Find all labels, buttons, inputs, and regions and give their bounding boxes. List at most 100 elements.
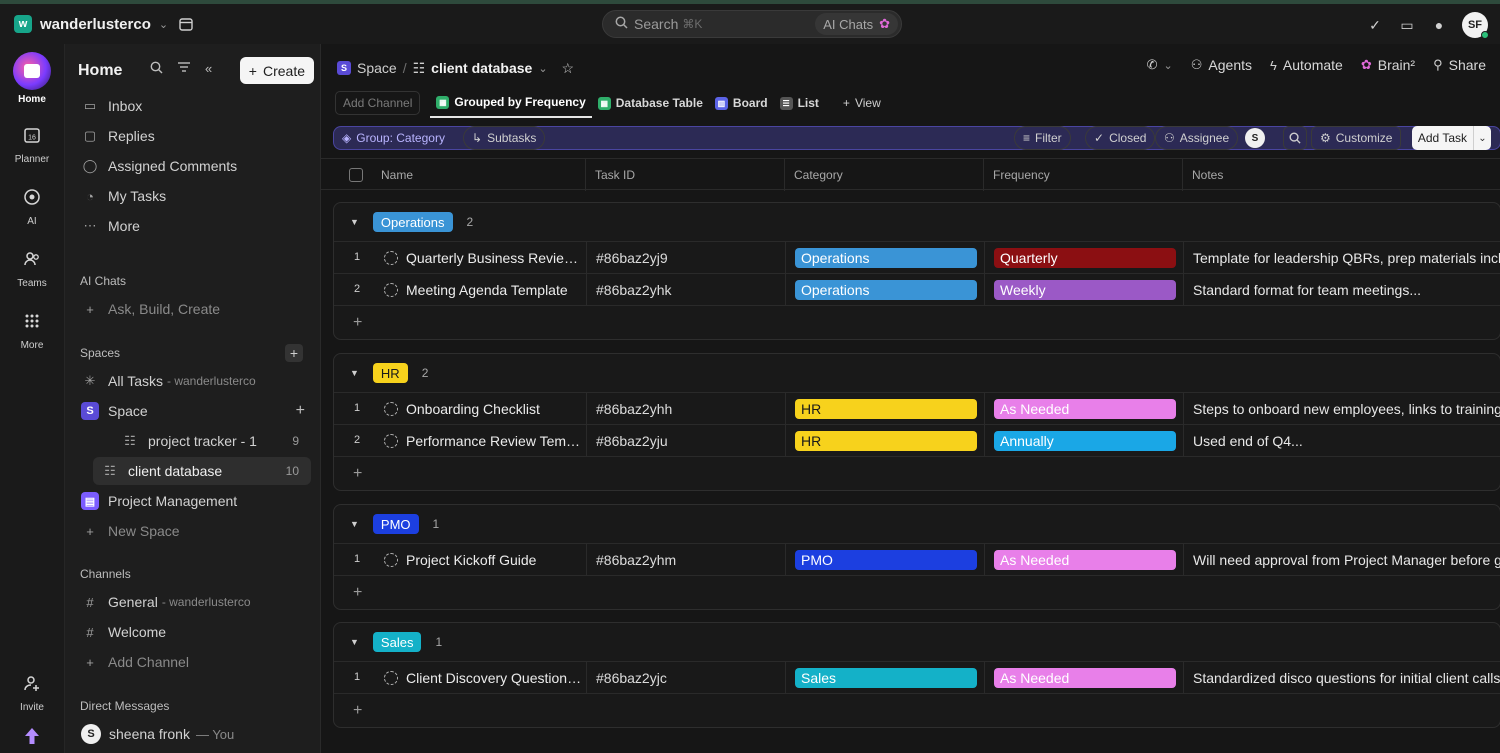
add-space-button[interactable]: + (285, 344, 303, 362)
caret-down-icon[interactable]: ▼ (350, 217, 359, 227)
status-circle-icon[interactable] (384, 283, 398, 297)
task-id-cell[interactable]: #86baz2yhh (586, 393, 785, 424)
chevron-down-icon[interactable]: ⌄ (538, 62, 547, 75)
calendar-icon[interactable] (176, 14, 196, 34)
subtasks-button[interactable]: ↳ Subtasks (463, 126, 546, 150)
sidebar-item-client-database[interactable]: ☷ client database 10 (93, 457, 311, 485)
category-cell[interactable]: Operations (785, 274, 984, 305)
frequency-cell[interactable]: Weekly (984, 274, 1183, 305)
category-cell[interactable]: HR (785, 393, 984, 424)
status-circle-icon[interactable] (384, 402, 398, 416)
table-row[interactable]: 2 Meeting Agenda Template #86baz2yhk Operat… (334, 273, 1500, 305)
closed-button[interactable]: ✓ Closed (1085, 126, 1156, 150)
frequency-cell[interactable]: As Needed (984, 393, 1183, 424)
notes-cell[interactable]: Used end of Q4... (1183, 425, 1500, 456)
assignee-avatar[interactable]: S (1245, 128, 1265, 148)
sidebar-item-new-space[interactable]: + New Space (73, 517, 311, 545)
add-to-space-icon[interactable]: + (296, 402, 305, 420)
frequency-cell[interactable]: As Needed (984, 544, 1183, 575)
notes-cell[interactable]: Template for leadership QBRs, prep mater… (1183, 242, 1500, 273)
tab-database-table[interactable]: ▦ Database Table (592, 88, 709, 118)
frequency-cell[interactable]: Annually (984, 425, 1183, 456)
rail-planner[interactable]: 16 Planner (0, 120, 64, 165)
sidebar-item-project-tracker[interactable]: ☷ project tracker - 1 9 (93, 427, 311, 455)
search-icon[interactable] (150, 61, 163, 77)
rail-more[interactable]: More (0, 306, 64, 351)
sidebar-item-assigned-comments[interactable]: ◯ Assigned Comments (73, 152, 311, 180)
table-row[interactable]: 1 Quarterly Business Review Template #86ba… (334, 241, 1500, 273)
sidebar-item-welcome[interactable]: # Welcome (73, 618, 311, 646)
task-id-cell[interactable]: #86baz2yhk (586, 274, 785, 305)
ai-chats-button[interactable]: AI Chats ✿ (815, 13, 898, 35)
status-circle-icon[interactable] (384, 671, 398, 685)
chevron-down-icon[interactable]: ⌄ (1473, 126, 1491, 150)
call-button[interactable]: ✆ ⌄ (1147, 57, 1173, 73)
column-header-task-id[interactable]: Task ID (585, 159, 635, 191)
category-cell[interactable]: Operations (785, 242, 984, 273)
rail-home[interactable]: Home (0, 52, 64, 105)
add-task-button[interactable]: Add Task ⌄ (1411, 126, 1491, 150)
group-header[interactable]: ▼ HR 2 (334, 354, 1500, 392)
add-task-row[interactable]: + (334, 575, 1500, 609)
task-id-cell[interactable]: #86baz2yhm (586, 544, 785, 575)
sidebar-item-replies[interactable]: ▢ Replies (73, 122, 311, 150)
add-task-row[interactable]: + (334, 693, 1500, 727)
tab-board[interactable]: ▥ Board (709, 88, 774, 118)
upgrade-icon[interactable] (20, 724, 44, 748)
rail-teams[interactable]: Teams (0, 244, 64, 289)
create-button[interactable]: + Create (239, 57, 314, 84)
user-avatar[interactable]: SF (1462, 12, 1489, 39)
sidebar-item-dm[interactable]: S sheena fronk — You (73, 720, 311, 748)
search-bar[interactable]: Search ⌘K AI Chats ✿ (602, 10, 902, 38)
rail-ai[interactable]: AI (0, 182, 64, 227)
table-row[interactable]: 1 Client Discovery Questionnaire #86baz2yj… (334, 661, 1500, 693)
column-header-frequency[interactable]: Frequency (983, 159, 1050, 191)
notes-cell[interactable]: Steps to onboard new employees, links to… (1183, 393, 1500, 424)
sidebar-item-general[interactable]: # General - wanderlusterco (73, 588, 311, 616)
status-circle-icon[interactable] (384, 251, 398, 265)
category-cell[interactable]: Sales (785, 662, 984, 693)
assignee-button[interactable]: ⚇ Assignee (1155, 126, 1239, 150)
group-header[interactable]: ▼ Sales 1 (334, 623, 1500, 661)
frequency-cell[interactable]: Quarterly (984, 242, 1183, 273)
microphone-icon[interactable]: ● (1430, 17, 1448, 33)
ai-chats-prompt[interactable]: + Ask, Build, Create (73, 295, 311, 323)
star-icon[interactable]: ☆ (562, 60, 575, 77)
task-id-cell[interactable]: #86baz2yju (586, 425, 785, 456)
collapse-sidebar-icon[interactable]: « (205, 61, 212, 77)
search-icon[interactable] (1283, 126, 1307, 150)
task-name[interactable]: Performance Review Template (406, 433, 582, 449)
video-icon[interactable]: ▭ (1398, 17, 1416, 34)
sidebar-item-add-channel[interactable]: + Add Channel (73, 648, 311, 676)
task-name[interactable]: Client Discovery Questionnaire (406, 670, 582, 686)
caret-down-icon[interactable]: ▼ (350, 519, 359, 529)
caret-down-icon[interactable]: ▼ (350, 368, 359, 378)
column-header-name[interactable]: Name (372, 159, 413, 191)
frequency-cell[interactable]: As Needed (984, 662, 1183, 693)
sidebar-item-project-management[interactable]: ▤ Project Management (73, 487, 311, 515)
column-header-notes[interactable]: Notes (1182, 159, 1223, 191)
task-id-cell[interactable]: #86baz2yj9 (586, 242, 785, 273)
tab-grouped-by-frequency[interactable]: ▦ Grouped by Frequency (430, 88, 592, 118)
task-name[interactable]: Meeting Agenda Template (406, 282, 582, 298)
workspace-switcher[interactable]: w wanderlusterco ⌄ (8, 11, 174, 37)
tab-list[interactable]: ☰ List (774, 88, 825, 118)
rail-invite[interactable]: Invite (0, 668, 64, 713)
notes-cell[interactable]: Will need approval from Project Manager … (1183, 544, 1500, 575)
brain-button[interactable]: ✿ Brain² (1361, 57, 1415, 73)
group-header[interactable]: ▼ Operations 2 (334, 203, 1500, 241)
add-task-row[interactable]: + (334, 456, 1500, 490)
filter-button[interactable]: ≡ Filter (1014, 126, 1071, 150)
select-all-checkbox[interactable] (349, 168, 363, 182)
task-name[interactable]: Onboarding Checklist (406, 401, 582, 417)
table-row[interactable]: 1 Project Kickoff Guide #86baz2yhm PMO As Ne… (334, 543, 1500, 575)
breadcrumb-space[interactable]: Space (357, 60, 397, 76)
add-channel-button[interactable]: Add Channel (335, 91, 421, 115)
status-circle-icon[interactable] (384, 553, 398, 567)
breadcrumb-current[interactable]: client database (431, 60, 532, 76)
group-header[interactable]: ▼ PMO 1 (334, 505, 1500, 543)
sidebar-item-space[interactable]: S Space + (73, 397, 311, 425)
share-button[interactable]: ⚲ Share (1433, 57, 1486, 73)
caret-down-icon[interactable]: ▼ (350, 637, 359, 647)
table-row[interactable]: 1 Onboarding Checklist #86baz2yhh HR As Need… (334, 392, 1500, 424)
